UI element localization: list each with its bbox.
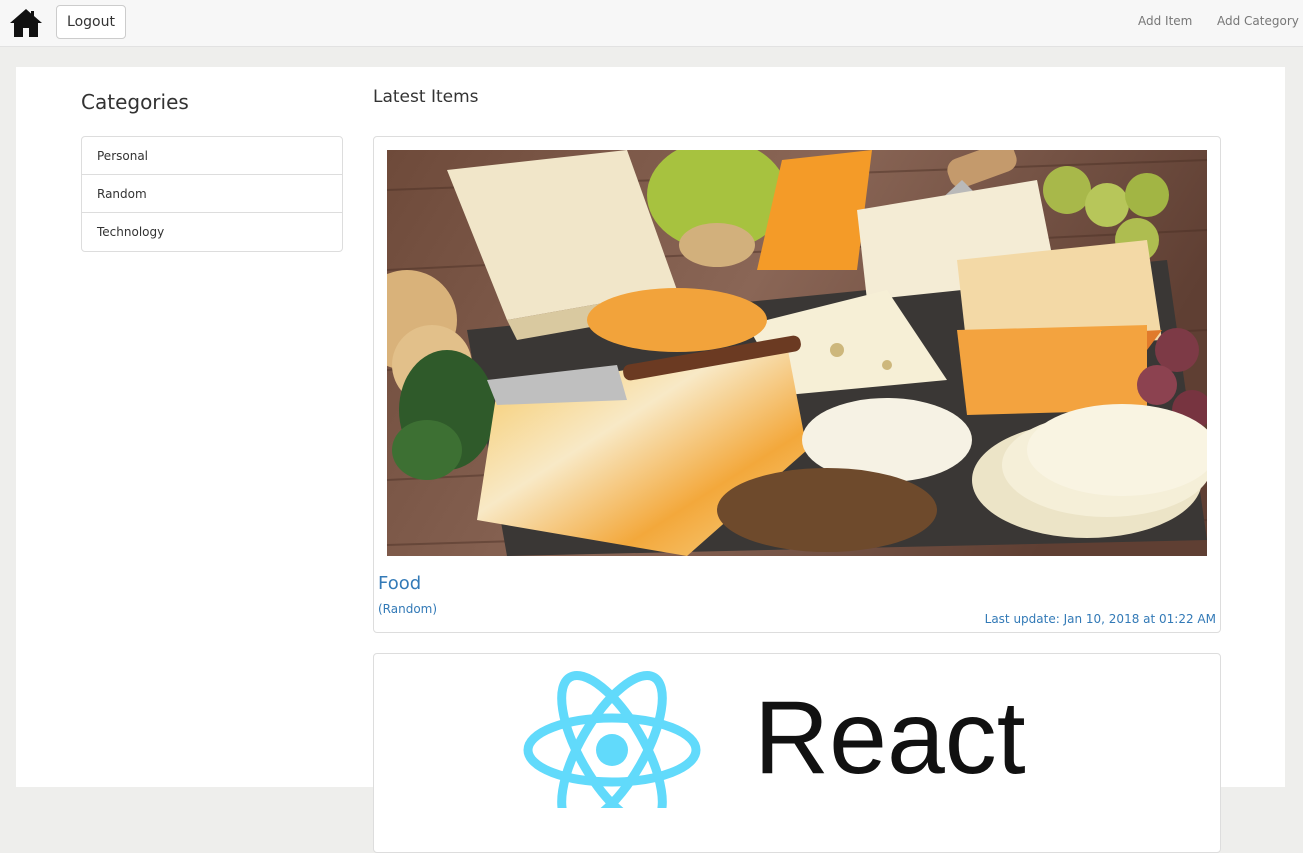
react-logo-image[interactable] — [520, 668, 704, 808]
page-container: Categories Personal Random Technology La… — [16, 67, 1285, 853]
react-wordmark: React — [754, 680, 1026, 796]
home-icon — [10, 9, 42, 37]
item-title-food[interactable]: Food — [378, 573, 421, 594]
add-category-link[interactable]: Add Category — [1217, 14, 1299, 28]
cheese-platter-image[interactable] — [387, 150, 1207, 556]
item-card-react: React — [373, 653, 1221, 853]
item-category-link[interactable]: (Random) — [378, 602, 437, 616]
item-card-food: Food (Random) Last update: Jan 10, 2018 … — [373, 136, 1221, 633]
category-list: Personal Random Technology — [81, 136, 343, 252]
top-navbar: Logout Add Item Add Category — [0, 0, 1303, 47]
logout-button[interactable]: Logout — [56, 5, 126, 39]
category-item-random[interactable]: Random — [82, 175, 342, 213]
item-last-update: Last update: Jan 10, 2018 at 01:22 AM — [984, 612, 1216, 626]
category-item-technology[interactable]: Technology — [82, 213, 342, 251]
latest-items-heading: Latest Items — [373, 87, 479, 107]
categories-heading: Categories — [81, 90, 189, 114]
category-item-personal[interactable]: Personal — [82, 137, 342, 175]
home-button[interactable] — [9, 7, 43, 39]
add-item-link[interactable]: Add Item — [1138, 14, 1192, 28]
